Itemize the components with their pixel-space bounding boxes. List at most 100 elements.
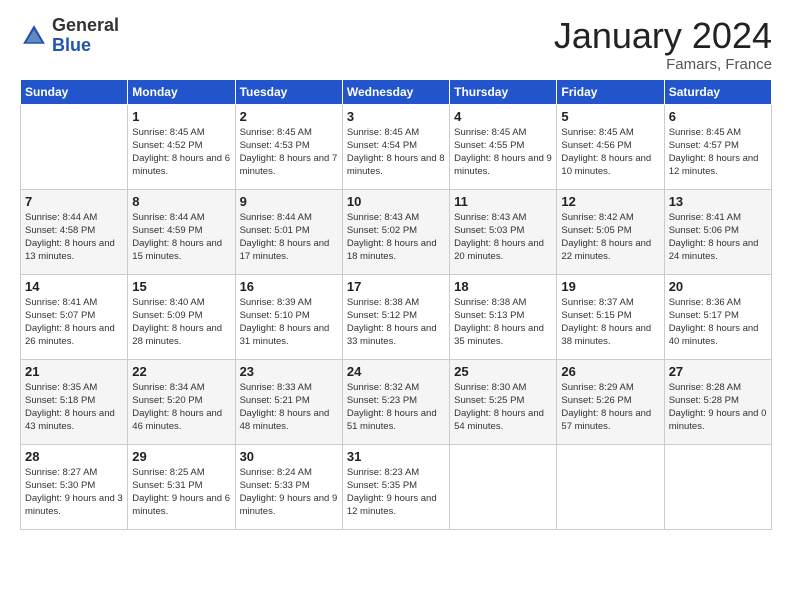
- day-info: Sunrise: 8:23 AM Sunset: 5:35 PM Dayligh…: [347, 466, 445, 519]
- day-number: 26: [561, 364, 659, 379]
- cell-w1-d7: 6 Sunrise: 8:45 AM Sunset: 4:57 PM Daylig…: [664, 104, 771, 189]
- day-info: Sunrise: 8:29 AM Sunset: 5:26 PM Dayligh…: [561, 381, 659, 434]
- day-info: Sunrise: 8:27 AM Sunset: 5:30 PM Dayligh…: [25, 466, 123, 519]
- header-tuesday: Tuesday: [235, 79, 342, 104]
- day-info: Sunrise: 8:42 AM Sunset: 5:05 PM Dayligh…: [561, 211, 659, 264]
- day-info: Sunrise: 8:45 AM Sunset: 4:55 PM Dayligh…: [454, 126, 552, 179]
- day-number: 3: [347, 109, 445, 124]
- day-number: 4: [454, 109, 552, 124]
- day-number: 19: [561, 279, 659, 294]
- day-info: Sunrise: 8:45 AM Sunset: 4:56 PM Dayligh…: [561, 126, 659, 179]
- header-monday: Monday: [128, 79, 235, 104]
- week-row-5: 28 Sunrise: 8:27 AM Sunset: 5:30 PM Dayli…: [21, 444, 772, 529]
- cell-w3-d7: 20 Sunrise: 8:36 AM Sunset: 5:17 PM Dayli…: [664, 274, 771, 359]
- cell-w4-d7: 27 Sunrise: 8:28 AM Sunset: 5:28 PM Dayli…: [664, 359, 771, 444]
- logo-text: General Blue: [52, 16, 119, 56]
- day-info: Sunrise: 8:35 AM Sunset: 5:18 PM Dayligh…: [25, 381, 123, 434]
- cell-w1-d2: 1 Sunrise: 8:45 AM Sunset: 4:52 PM Daylig…: [128, 104, 235, 189]
- day-number: 22: [132, 364, 230, 379]
- week-row-1: 1 Sunrise: 8:45 AM Sunset: 4:52 PM Daylig…: [21, 104, 772, 189]
- logo-icon: [20, 22, 48, 50]
- day-info: Sunrise: 8:40 AM Sunset: 5:09 PM Dayligh…: [132, 296, 230, 349]
- day-number: 6: [669, 109, 767, 124]
- calendar-header: Sunday Monday Tuesday Wednesday Thursday…: [21, 79, 772, 104]
- day-info: Sunrise: 8:33 AM Sunset: 5:21 PM Dayligh…: [240, 381, 338, 434]
- day-number: 17: [347, 279, 445, 294]
- cell-w3-d2: 15Sunrise: 8:40 AM Sunset: 5:09 PM Dayli…: [128, 274, 235, 359]
- header-friday: Friday: [557, 79, 664, 104]
- cell-w3-d6: 19 Sunrise: 8:37 AM Sunset: 5:15 PM Dayli…: [557, 274, 664, 359]
- logo-general: General: [52, 16, 119, 36]
- day-info: Sunrise: 8:36 AM Sunset: 5:17 PM Dayligh…: [669, 296, 767, 349]
- day-info: Sunrise: 8:45 AM Sunset: 4:52 PM Dayligh…: [132, 126, 230, 179]
- cell-w3-d3: 16 Sunrise: 8:39 AM Sunset: 5:10 PM Dayli…: [235, 274, 342, 359]
- day-info: Sunrise: 8:24 AM Sunset: 5:33 PM Dayligh…: [240, 466, 338, 519]
- day-number: 30: [240, 449, 338, 464]
- day-info: Sunrise: 8:45 AM Sunset: 4:57 PM Dayligh…: [669, 126, 767, 179]
- day-number: 13: [669, 194, 767, 209]
- calendar-body: 1 Sunrise: 8:45 AM Sunset: 4:52 PM Daylig…: [21, 104, 772, 529]
- cell-w1-d4: 3Sunrise: 8:45 AM Sunset: 4:54 PM Daylig…: [342, 104, 449, 189]
- week-row-3: 14Sunrise: 8:41 AM Sunset: 5:07 PM Dayli…: [21, 274, 772, 359]
- day-number: 27: [669, 364, 767, 379]
- cell-w4-d2: 22Sunrise: 8:34 AM Sunset: 5:20 PM Dayli…: [128, 359, 235, 444]
- cell-w5-d7: [664, 444, 771, 529]
- cell-w5-d2: 29 Sunrise: 8:25 AM Sunset: 5:31 PM Dayli…: [128, 444, 235, 529]
- day-info: Sunrise: 8:43 AM Sunset: 5:02 PM Dayligh…: [347, 211, 445, 264]
- day-info: Sunrise: 8:37 AM Sunset: 5:15 PM Dayligh…: [561, 296, 659, 349]
- cell-w5-d5: [450, 444, 557, 529]
- cell-w1-d5: 4 Sunrise: 8:45 AM Sunset: 4:55 PM Daylig…: [450, 104, 557, 189]
- day-info: Sunrise: 8:45 AM Sunset: 4:53 PM Dayligh…: [240, 126, 338, 179]
- header-thursday: Thursday: [450, 79, 557, 104]
- day-info: Sunrise: 8:43 AM Sunset: 5:03 PM Dayligh…: [454, 211, 552, 264]
- day-info: Sunrise: 8:39 AM Sunset: 5:10 PM Dayligh…: [240, 296, 338, 349]
- day-number: 21: [25, 364, 123, 379]
- day-number: 28: [25, 449, 123, 464]
- day-number: 31: [347, 449, 445, 464]
- cell-w4-d1: 21 Sunrise: 8:35 AM Sunset: 5:18 PM Dayli…: [21, 359, 128, 444]
- cell-w3-d5: 18 Sunrise: 8:38 AM Sunset: 5:13 PM Dayli…: [450, 274, 557, 359]
- cell-w2-d1: 7 Sunrise: 8:44 AM Sunset: 4:58 PM Daylig…: [21, 189, 128, 274]
- header-row: General Blue January 2024 Famars, France: [20, 16, 772, 73]
- cell-w3-d1: 14Sunrise: 8:41 AM Sunset: 5:07 PM Dayli…: [21, 274, 128, 359]
- header-wednesday: Wednesday: [342, 79, 449, 104]
- header-saturday: Saturday: [664, 79, 771, 104]
- cell-w2-d3: 9Sunrise: 8:44 AM Sunset: 5:01 PM Daylig…: [235, 189, 342, 274]
- day-info: Sunrise: 8:38 AM Sunset: 5:13 PM Dayligh…: [454, 296, 552, 349]
- cell-w5-d4: 31 Sunrise: 8:23 AM Sunset: 5:35 PM Dayli…: [342, 444, 449, 529]
- day-info: Sunrise: 8:25 AM Sunset: 5:31 PM Dayligh…: [132, 466, 230, 519]
- day-number: 20: [669, 279, 767, 294]
- location-title: Famars, France: [554, 56, 772, 73]
- day-info: Sunrise: 8:44 AM Sunset: 5:01 PM Dayligh…: [240, 211, 338, 264]
- day-info: Sunrise: 8:44 AM Sunset: 4:58 PM Dayligh…: [25, 211, 123, 264]
- cell-w2-d7: 13Sunrise: 8:41 AM Sunset: 5:06 PM Dayli…: [664, 189, 771, 274]
- header-sunday: Sunday: [21, 79, 128, 104]
- cell-w1-d6: 5Sunrise: 8:45 AM Sunset: 4:56 PM Daylig…: [557, 104, 664, 189]
- month-title: January 2024: [554, 16, 772, 56]
- day-number: 11: [454, 194, 552, 209]
- cell-w1-d3: 2 Sunrise: 8:45 AM Sunset: 4:53 PM Daylig…: [235, 104, 342, 189]
- cell-w2-d5: 11 Sunrise: 8:43 AM Sunset: 5:03 PM Dayli…: [450, 189, 557, 274]
- day-number: 16: [240, 279, 338, 294]
- day-number: 29: [132, 449, 230, 464]
- cell-w2-d4: 10Sunrise: 8:43 AM Sunset: 5:02 PM Dayli…: [342, 189, 449, 274]
- cell-w4-d6: 26 Sunrise: 8:29 AM Sunset: 5:26 PM Dayli…: [557, 359, 664, 444]
- day-info: Sunrise: 8:28 AM Sunset: 5:28 PM Dayligh…: [669, 381, 767, 434]
- day-number: 2: [240, 109, 338, 124]
- cell-w4-d3: 23Sunrise: 8:33 AM Sunset: 5:21 PM Dayli…: [235, 359, 342, 444]
- cell-w5-d1: 28 Sunrise: 8:27 AM Sunset: 5:30 PM Dayli…: [21, 444, 128, 529]
- day-info: Sunrise: 8:32 AM Sunset: 5:23 PM Dayligh…: [347, 381, 445, 434]
- week-row-4: 21 Sunrise: 8:35 AM Sunset: 5:18 PM Dayli…: [21, 359, 772, 444]
- day-number: 25: [454, 364, 552, 379]
- cell-w4-d5: 25 Sunrise: 8:30 AM Sunset: 5:25 PM Dayli…: [450, 359, 557, 444]
- day-number: 7: [25, 194, 123, 209]
- day-info: Sunrise: 8:30 AM Sunset: 5:25 PM Dayligh…: [454, 381, 552, 434]
- title-block: January 2024 Famars, France: [554, 16, 772, 73]
- cell-w4-d4: 24 Sunrise: 8:32 AM Sunset: 5:23 PM Dayli…: [342, 359, 449, 444]
- week-row-2: 7 Sunrise: 8:44 AM Sunset: 4:58 PM Daylig…: [21, 189, 772, 274]
- day-number: 24: [347, 364, 445, 379]
- day-info: Sunrise: 8:41 AM Sunset: 5:07 PM Dayligh…: [25, 296, 123, 349]
- logo-blue: Blue: [52, 36, 119, 56]
- day-number: 18: [454, 279, 552, 294]
- day-number: 1: [132, 109, 230, 124]
